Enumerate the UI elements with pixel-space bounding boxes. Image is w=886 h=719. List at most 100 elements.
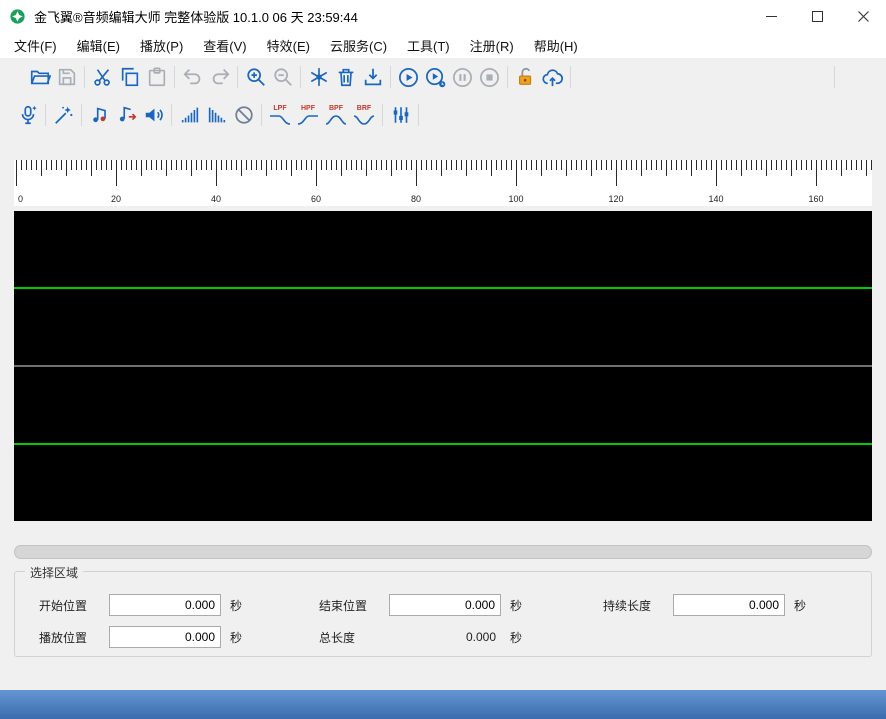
volume-button[interactable]	[141, 101, 167, 129]
mute-prohibit-icon	[233, 104, 255, 126]
menubar: 文件(F) 编辑(E) 播放(P) 查看(V) 特效(E) 云服务(C) 工具(…	[0, 32, 886, 58]
undo-button[interactable]	[180, 63, 206, 91]
total-length-value: 0.000	[389, 630, 501, 644]
toolbar-separator	[261, 104, 262, 126]
fade-out-button[interactable]	[204, 101, 230, 129]
waveform-channel-right[interactable]	[14, 367, 872, 521]
pause-button[interactable]	[450, 63, 476, 91]
minimize-button[interactable]	[748, 0, 794, 32]
titlebar: 金飞翼®音频编辑大师 完整体验版 10.1.0 06 天 23:59:44	[0, 0, 886, 32]
wand-icon	[53, 104, 75, 126]
open-file-button[interactable]	[27, 63, 53, 91]
ruler-label: 60	[311, 194, 321, 204]
window-title: 金飞翼®音频编辑大师 完整体验版 10.1.0 06 天 23:59:44	[34, 7, 358, 26]
redo-button[interactable]	[207, 63, 233, 91]
effects-wand-button[interactable]	[51, 101, 77, 129]
hpf-curve-icon	[296, 113, 320, 126]
cloud-upload-button[interactable]	[540, 63, 566, 91]
stop-button[interactable]	[477, 63, 503, 91]
paste-icon	[146, 66, 168, 88]
trash-icon	[335, 66, 357, 88]
toolbar-separator	[382, 104, 383, 126]
start-position-input[interactable]	[109, 594, 221, 616]
lpf-filter-button[interactable]: LPF	[266, 100, 294, 130]
tempo-button[interactable]	[114, 101, 140, 129]
toolbar-separator	[81, 104, 82, 126]
duration-input[interactable]	[673, 594, 785, 616]
menu-item-view[interactable]: 查看(V)	[193, 33, 256, 58]
maximize-button[interactable]	[794, 0, 840, 32]
hpf-filter-button[interactable]: HPF	[294, 100, 322, 130]
scissors-icon	[92, 66, 114, 88]
fade-in-icon	[179, 104, 201, 126]
app-logo-icon	[9, 8, 26, 25]
copy-button[interactable]	[117, 63, 143, 91]
download-icon	[362, 66, 384, 88]
toolbar-separator	[300, 66, 301, 88]
bpf-curve-icon	[324, 113, 348, 126]
start-position-unit: 秒	[230, 597, 242, 614]
zoom-out-icon	[272, 66, 294, 88]
silence-button[interactable]	[231, 101, 257, 129]
ruler-label: 140	[708, 194, 723, 204]
brf-filter-button[interactable]: BRF	[350, 100, 378, 130]
horizontal-scrollbar[interactable]	[14, 545, 872, 559]
end-position-unit: 秒	[510, 597, 522, 614]
redo-icon	[209, 66, 231, 88]
lpf-curve-icon	[268, 113, 292, 126]
delete-button[interactable]	[333, 63, 359, 91]
menu-item-tools[interactable]: 工具(T)	[397, 33, 460, 58]
menu-item-register[interactable]: 注册(R)	[460, 33, 524, 58]
selection-group-title: 选择区域	[25, 564, 83, 581]
play-button[interactable]	[396, 63, 422, 91]
toolbar-separator	[45, 104, 46, 126]
pitch-button[interactable]	[87, 101, 113, 129]
duration-label: 持续长度	[603, 597, 673, 614]
unlock-button[interactable]	[513, 63, 539, 91]
lpf-label: LPF	[273, 105, 286, 113]
unlock-icon	[515, 66, 537, 88]
bpf-filter-button[interactable]: BPF	[322, 100, 350, 130]
toolbar-separator	[570, 66, 571, 88]
menu-item-cloud[interactable]: 云服务(C)	[320, 33, 397, 58]
play-selection-button[interactable]	[423, 63, 449, 91]
menu-item-play[interactable]: 播放(P)	[130, 33, 193, 58]
copy-icon	[119, 66, 141, 88]
zoom-out-button[interactable]	[270, 63, 296, 91]
total-length-label: 总长度	[319, 629, 389, 646]
save-button[interactable]	[54, 63, 80, 91]
waveform-channel-left[interactable]	[14, 211, 872, 365]
bpf-label: BPF	[329, 105, 343, 113]
voice-button[interactable]	[15, 101, 41, 129]
download-button[interactable]	[360, 63, 386, 91]
start-position-label: 开始位置	[39, 597, 109, 614]
play-position-unit: 秒	[230, 629, 242, 646]
menu-item-help[interactable]: 帮助(H)	[524, 33, 588, 58]
end-position-label: 结束位置	[319, 597, 389, 614]
ruler-label: 120	[608, 194, 623, 204]
cut-button[interactable]	[90, 63, 116, 91]
start-position-field: 开始位置 秒	[39, 594, 242, 616]
cloud-upload-icon	[541, 66, 564, 89]
menu-item-edit[interactable]: 编辑(E)	[67, 33, 130, 58]
waveform-centerline-right	[14, 443, 872, 445]
play-position-input[interactable]	[109, 626, 221, 648]
fade-in-button[interactable]	[177, 101, 203, 129]
equalizer-button[interactable]	[388, 101, 414, 129]
end-position-input[interactable]	[389, 594, 501, 616]
equalizer-sliders-icon	[390, 104, 412, 126]
effects-button[interactable]	[306, 63, 332, 91]
ruler-label: 80	[411, 194, 421, 204]
hpf-label: HPF	[301, 105, 315, 113]
end-position-field: 结束位置 秒	[319, 594, 522, 616]
close-button[interactable]	[840, 0, 886, 32]
timeline-ruler[interactable]: 0 20 40 60 80 100 120 140 160	[14, 160, 872, 206]
toolbar-separator	[171, 104, 172, 126]
menu-item-effects[interactable]: 特效(E)	[257, 33, 320, 58]
toolbar-separator	[418, 104, 419, 126]
close-icon	[858, 11, 869, 22]
maximize-icon	[812, 11, 823, 22]
zoom-in-button[interactable]	[243, 63, 269, 91]
menu-item-file[interactable]: 文件(F)	[4, 33, 67, 58]
paste-button[interactable]	[144, 63, 170, 91]
